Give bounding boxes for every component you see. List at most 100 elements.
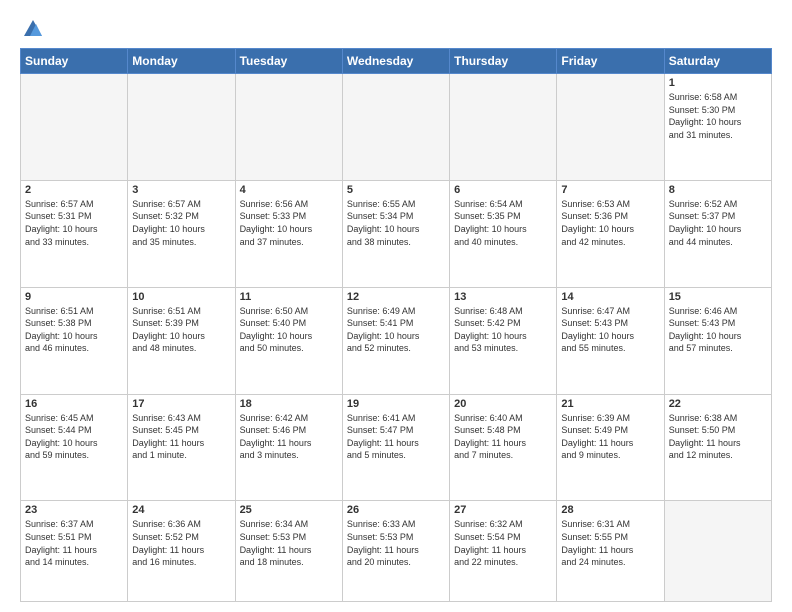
calendar-week-row: 2 Sunrise: 6:57 AM Sunset: 5:31 PM Daylig… xyxy=(21,180,772,287)
weekday-header-tuesday: Tuesday xyxy=(235,49,342,74)
day-number: 21 xyxy=(561,398,659,410)
day-info: Sunrise: 6:53 AM Sunset: 5:36 PM Dayligh… xyxy=(561,198,659,248)
day-number: 16 xyxy=(25,398,123,410)
day-info: Sunrise: 6:50 AM Sunset: 5:40 PM Dayligh… xyxy=(240,305,338,355)
weekday-header-thursday: Thursday xyxy=(450,49,557,74)
calendar-cell: 14 Sunrise: 6:47 AM Sunset: 5:43 PM Dayli… xyxy=(557,287,664,394)
weekday-header-wednesday: Wednesday xyxy=(342,49,449,74)
day-number: 27 xyxy=(454,504,552,516)
day-number: 24 xyxy=(132,504,230,516)
calendar-cell: 4Sunrise: 6:56 AM Sunset: 5:33 PM Daylig… xyxy=(235,180,342,287)
calendar-cell: 11 Sunrise: 6:50 AM Sunset: 5:40 PM Dayli… xyxy=(235,287,342,394)
calendar-cell: 12 Sunrise: 6:49 AM Sunset: 5:41 PM Dayli… xyxy=(342,287,449,394)
day-info: Sunrise: 6:57 AM Sunset: 5:31 PM Dayligh… xyxy=(25,198,123,248)
day-info: Sunrise: 6:36 AM Sunset: 5:52 PM Dayligh… xyxy=(132,518,230,568)
day-info: Sunrise: 6:40 AM Sunset: 5:48 PM Dayligh… xyxy=(454,412,552,462)
calendar-cell: 22 Sunrise: 6:38 AM Sunset: 5:50 PM Dayli… xyxy=(664,394,771,501)
day-number: 5 xyxy=(347,184,445,196)
calendar-cell: 26 Sunrise: 6:33 AM Sunset: 5:53 PM Dayli… xyxy=(342,501,449,602)
calendar-cell xyxy=(557,74,664,181)
day-number: 1 xyxy=(669,77,767,89)
day-info: Sunrise: 6:49 AM Sunset: 5:41 PM Dayligh… xyxy=(347,305,445,355)
day-number: 22 xyxy=(669,398,767,410)
day-info: Sunrise: 6:37 AM Sunset: 5:51 PM Dayligh… xyxy=(25,518,123,568)
calendar-cell: 17Sunrise: 6:43 AM Sunset: 5:45 PM Dayli… xyxy=(128,394,235,501)
day-info: Sunrise: 6:32 AM Sunset: 5:54 PM Dayligh… xyxy=(454,518,552,568)
day-number: 7 xyxy=(561,184,659,196)
weekday-header-friday: Friday xyxy=(557,49,664,74)
day-number: 8 xyxy=(669,184,767,196)
logo-icon xyxy=(22,18,44,40)
day-info: Sunrise: 6:51 AM Sunset: 5:38 PM Dayligh… xyxy=(25,305,123,355)
weekday-header-row: SundayMondayTuesdayWednesdayThursdayFrid… xyxy=(21,49,772,74)
calendar-cell: 3Sunrise: 6:57 AM Sunset: 5:32 PM Daylig… xyxy=(128,180,235,287)
day-number: 3 xyxy=(132,184,230,196)
day-number: 2 xyxy=(25,184,123,196)
calendar-cell: 24 Sunrise: 6:36 AM Sunset: 5:52 PM Dayli… xyxy=(128,501,235,602)
calendar-cell: 23 Sunrise: 6:37 AM Sunset: 5:51 PM Dayli… xyxy=(21,501,128,602)
calendar-cell: 27 Sunrise: 6:32 AM Sunset: 5:54 PM Dayli… xyxy=(450,501,557,602)
day-info: Sunrise: 6:39 AM Sunset: 5:49 PM Dayligh… xyxy=(561,412,659,462)
day-number: 6 xyxy=(454,184,552,196)
day-number: 28 xyxy=(561,504,659,516)
day-number: 10 xyxy=(132,291,230,303)
day-info: Sunrise: 6:46 AM Sunset: 5:43 PM Dayligh… xyxy=(669,305,767,355)
calendar-week-row: 9 Sunrise: 6:51 AM Sunset: 5:38 PM Daylig… xyxy=(21,287,772,394)
calendar-cell: 5Sunrise: 6:55 AM Sunset: 5:34 PM Daylig… xyxy=(342,180,449,287)
calendar-cell: 9 Sunrise: 6:51 AM Sunset: 5:38 PM Daylig… xyxy=(21,287,128,394)
day-number: 4 xyxy=(240,184,338,196)
day-info: Sunrise: 6:52 AM Sunset: 5:37 PM Dayligh… xyxy=(669,198,767,248)
day-info: Sunrise: 6:41 AM Sunset: 5:47 PM Dayligh… xyxy=(347,412,445,462)
day-number: 15 xyxy=(669,291,767,303)
calendar-cell: 19 Sunrise: 6:41 AM Sunset: 5:47 PM Dayli… xyxy=(342,394,449,501)
day-info: Sunrise: 6:47 AM Sunset: 5:43 PM Dayligh… xyxy=(561,305,659,355)
calendar-cell: 10 Sunrise: 6:51 AM Sunset: 5:39 PM Dayli… xyxy=(128,287,235,394)
day-number: 23 xyxy=(25,504,123,516)
day-info: Sunrise: 6:33 AM Sunset: 5:53 PM Dayligh… xyxy=(347,518,445,568)
day-info: Sunrise: 6:58 AM Sunset: 5:30 PM Dayligh… xyxy=(669,91,767,141)
day-info: Sunrise: 6:38 AM Sunset: 5:50 PM Dayligh… xyxy=(669,412,767,462)
calendar-cell: 2 Sunrise: 6:57 AM Sunset: 5:31 PM Daylig… xyxy=(21,180,128,287)
day-info: Sunrise: 6:42 AM Sunset: 5:46 PM Dayligh… xyxy=(240,412,338,462)
day-number: 18 xyxy=(240,398,338,410)
calendar-cell: 20 Sunrise: 6:40 AM Sunset: 5:48 PM Dayli… xyxy=(450,394,557,501)
day-info: Sunrise: 6:48 AM Sunset: 5:42 PM Dayligh… xyxy=(454,305,552,355)
calendar-cell: 28 Sunrise: 6:31 AM Sunset: 5:55 PM Dayli… xyxy=(557,501,664,602)
day-info: Sunrise: 6:43 AM Sunset: 5:45 PM Dayligh… xyxy=(132,412,230,462)
calendar-cell: 6 Sunrise: 6:54 AM Sunset: 5:35 PM Daylig… xyxy=(450,180,557,287)
day-number: 25 xyxy=(240,504,338,516)
calendar-cell: 13 Sunrise: 6:48 AM Sunset: 5:42 PM Dayli… xyxy=(450,287,557,394)
calendar-cell: 8 Sunrise: 6:52 AM Sunset: 5:37 PM Daylig… xyxy=(664,180,771,287)
weekday-header-sunday: Sunday xyxy=(21,49,128,74)
day-number: 13 xyxy=(454,291,552,303)
calendar-cell: 18 Sunrise: 6:42 AM Sunset: 5:46 PM Dayli… xyxy=(235,394,342,501)
day-info: Sunrise: 6:31 AM Sunset: 5:55 PM Dayligh… xyxy=(561,518,659,568)
day-info: Sunrise: 6:54 AM Sunset: 5:35 PM Dayligh… xyxy=(454,198,552,248)
calendar-week-row: 1 Sunrise: 6:58 AM Sunset: 5:30 PM Daylig… xyxy=(21,74,772,181)
day-info: Sunrise: 6:45 AM Sunset: 5:44 PM Dayligh… xyxy=(25,412,123,462)
day-info: Sunrise: 6:51 AM Sunset: 5:39 PM Dayligh… xyxy=(132,305,230,355)
weekday-header-saturday: Saturday xyxy=(664,49,771,74)
calendar-cell xyxy=(21,74,128,181)
day-number: 11 xyxy=(240,291,338,303)
day-info: Sunrise: 6:34 AM Sunset: 5:53 PM Dayligh… xyxy=(240,518,338,568)
calendar-week-row: 16 Sunrise: 6:45 AM Sunset: 5:44 PM Dayli… xyxy=(21,394,772,501)
day-number: 12 xyxy=(347,291,445,303)
logo xyxy=(20,18,44,40)
calendar-cell xyxy=(450,74,557,181)
weekday-header-monday: Monday xyxy=(128,49,235,74)
header xyxy=(20,18,772,40)
calendar-table: SundayMondayTuesdayWednesdayThursdayFrid… xyxy=(20,48,772,602)
day-number: 26 xyxy=(347,504,445,516)
day-number: 14 xyxy=(561,291,659,303)
calendar-cell: 7 Sunrise: 6:53 AM Sunset: 5:36 PM Daylig… xyxy=(557,180,664,287)
day-number: 20 xyxy=(454,398,552,410)
page: SundayMondayTuesdayWednesdayThursdayFrid… xyxy=(0,0,792,612)
calendar-cell xyxy=(128,74,235,181)
day-number: 9 xyxy=(25,291,123,303)
calendar-cell xyxy=(664,501,771,602)
day-number: 19 xyxy=(347,398,445,410)
calendar-cell: 25 Sunrise: 6:34 AM Sunset: 5:53 PM Dayli… xyxy=(235,501,342,602)
calendar-cell xyxy=(235,74,342,181)
calendar-cell xyxy=(342,74,449,181)
